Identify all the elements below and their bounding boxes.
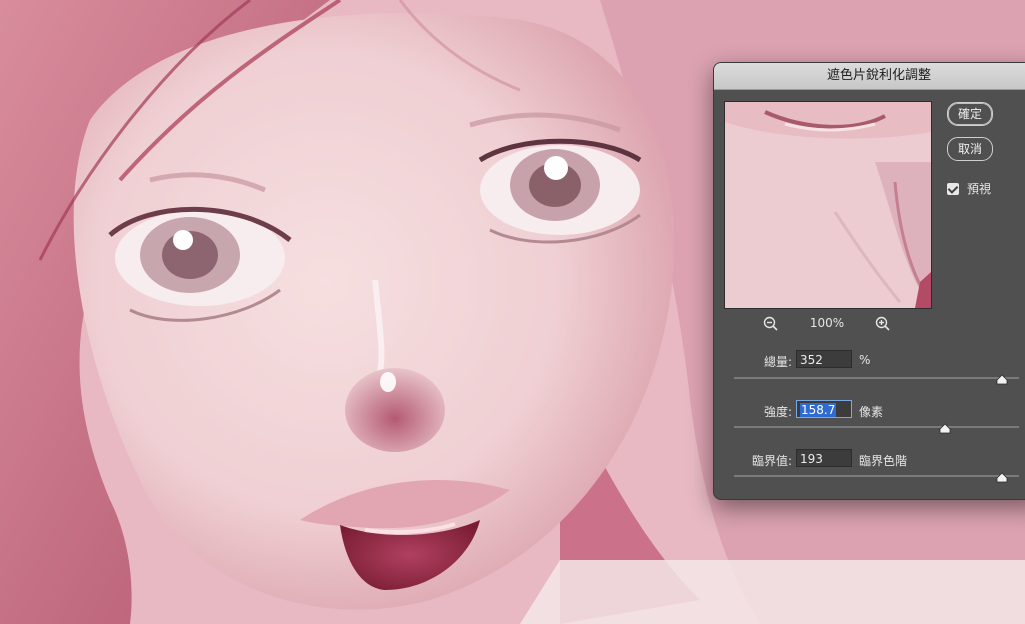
amount-slider-track[interactable] [734,377,1019,379]
amount-input[interactable]: 352 [796,350,852,368]
zoom-bar: 100% [724,315,930,333]
radius-input[interactable]: 158.7 [796,400,852,418]
zoom-in-icon[interactable] [874,315,892,333]
preview-window[interactable] [724,101,932,309]
amount-row: 總量: 352 % [714,350,1025,370]
preview-checkbox[interactable] [947,182,959,195]
unsharp-mask-dialog: 遮色片銳利化調整 100% 確定 取消 預視 總量: 352 % 強度: 158… [713,62,1025,500]
threshold-unit: 臨界色階 [859,454,908,468]
dialog-title[interactable]: 遮色片銳利化調整 [714,63,1025,90]
radius-unit: 像素 [859,405,884,419]
radius-row: 強度: 158.7 像素 [714,400,1025,420]
preview-toggle[interactable]: 預視 [947,180,991,197]
amount-label: 總量: [763,355,792,369]
radius-label: 強度: [763,405,792,419]
ok-button[interactable]: 確定 [947,102,993,126]
zoom-level: 100% [809,316,845,330]
amount-unit: % [859,353,871,367]
preview-label: 預視 [967,182,992,196]
threshold-row: 臨界值: 193 臨界色階 [714,449,1025,469]
threshold-input[interactable]: 193 [796,449,852,467]
cancel-button[interactable]: 取消 [947,137,993,161]
radius-slider-track[interactable] [734,426,1019,428]
preview-image [725,102,931,308]
threshold-slider-track[interactable] [734,475,1019,477]
threshold-label: 臨界值: [751,454,792,468]
